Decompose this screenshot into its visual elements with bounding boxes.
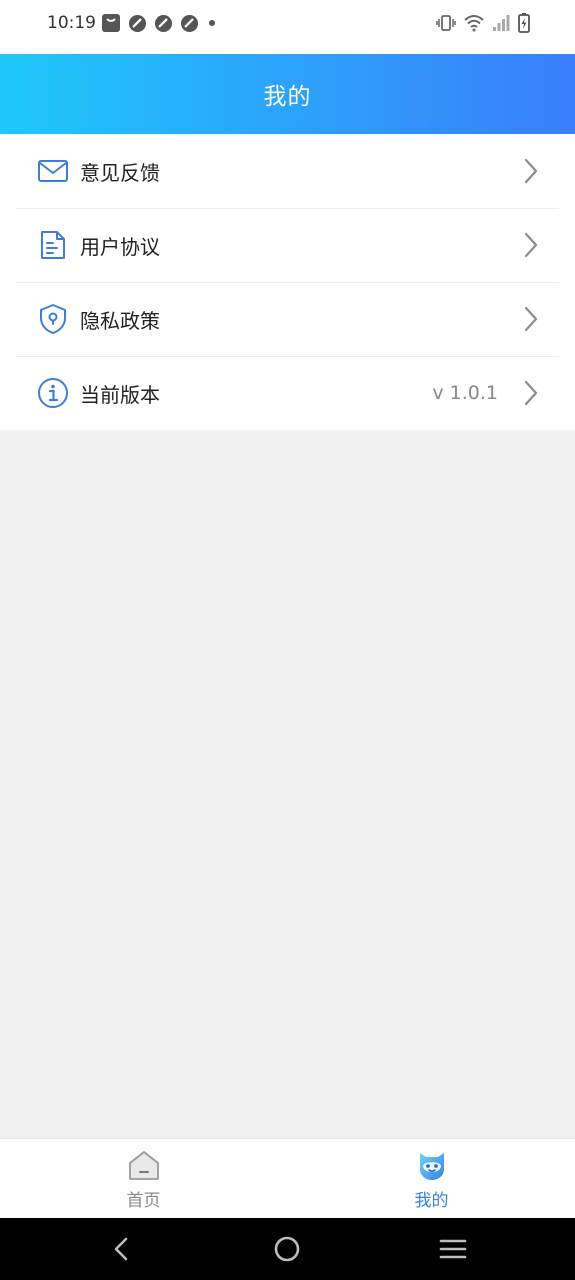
settings-menu: 意见反馈 用户协议 隐私政策 当前版本 v 1.0.1 (0, 134, 575, 430)
more-dot-icon (209, 20, 215, 26)
app-notification-icon (154, 14, 173, 32)
tab-label: 我的 (414, 1191, 449, 1211)
notification-icons (101, 13, 218, 33)
mine-face-icon (419, 1153, 444, 1180)
battery-charging-icon (518, 13, 530, 33)
chevron-right-icon (524, 380, 538, 406)
shopping-bag-icon (102, 14, 120, 32)
menu-item-privacy-policy[interactable]: 隐私政策 (0, 282, 575, 356)
system-status-icons (436, 13, 530, 33)
vibrate-icon (436, 15, 456, 31)
status-time: 10:19 (47, 13, 96, 33)
menu-item-label: 当前版本 (80, 382, 160, 407)
shield-icon (36, 302, 70, 336)
back-icon[interactable] (106, 1233, 138, 1265)
app-notification-icon (128, 14, 147, 32)
version-value: v 1.0.1 (432, 382, 498, 404)
menu-item-label: 用户协议 (80, 234, 160, 259)
status-bar: 10:19 (0, 0, 575, 54)
menu-item-feedback[interactable]: 意见反馈 (0, 134, 575, 208)
menu-item-label: 意见反馈 (80, 160, 160, 185)
tab-mine[interactable]: 我的 (288, 1139, 575, 1219)
signal-icon (493, 15, 510, 31)
chevron-right-icon (524, 232, 538, 258)
tab-home[interactable]: 首页 (0, 1139, 287, 1219)
mail-icon (36, 154, 70, 188)
menu-item-user-agreement[interactable]: 用户协议 (0, 208, 575, 282)
document-icon (36, 228, 70, 262)
menu-item-label: 隐私政策 (80, 308, 160, 333)
menu-item-current-version[interactable]: 当前版本 v 1.0.1 (0, 356, 575, 430)
recents-menu-icon[interactable] (437, 1233, 469, 1265)
info-icon (36, 376, 70, 410)
wifi-icon (464, 15, 484, 32)
home-circle-icon[interactable] (271, 1233, 303, 1265)
page-title: 我的 (263, 84, 312, 110)
system-nav-bar (0, 1218, 575, 1280)
tab-label: 首页 (126, 1191, 161, 1211)
app-header: 我的 (0, 54, 575, 134)
home-icon (128, 1151, 159, 1180)
chevron-right-icon (524, 158, 538, 184)
bottom-tab-bar: 首页 我的 (0, 1138, 575, 1219)
app-notification-icon (180, 14, 199, 32)
chevron-right-icon (524, 306, 538, 332)
